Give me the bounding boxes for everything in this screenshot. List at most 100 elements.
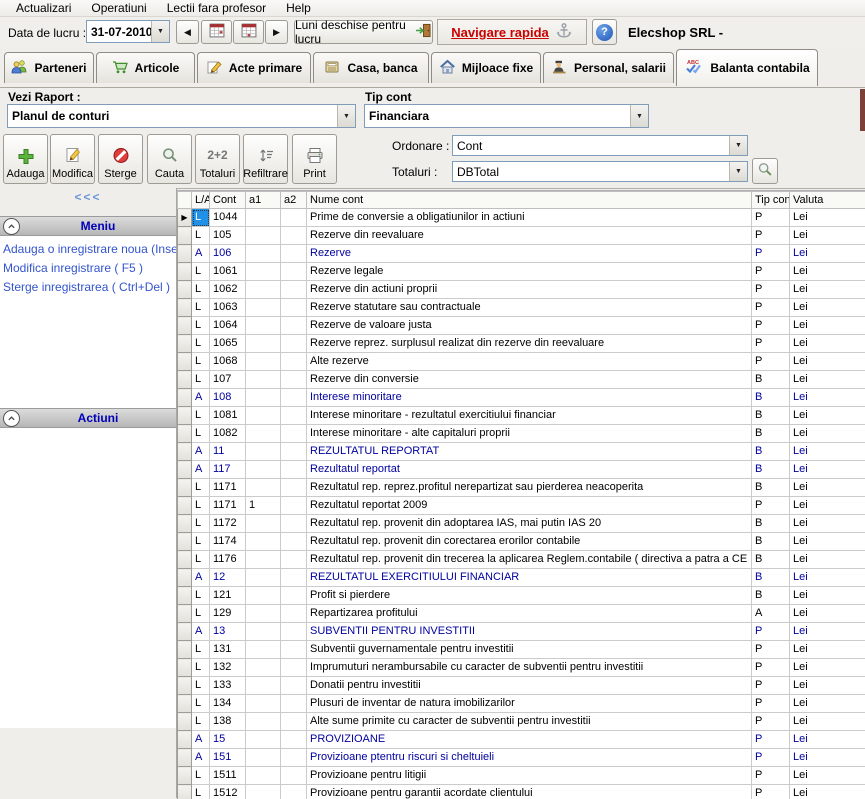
cell-a2[interactable] — [281, 605, 307, 623]
cell-tip[interactable]: B — [752, 551, 790, 569]
cell-a1[interactable] — [246, 569, 281, 587]
row-selector[interactable]: ▶ — [178, 209, 192, 227]
cell-valuta[interactable]: Lei — [790, 551, 865, 569]
row-selector[interactable] — [178, 731, 192, 749]
report-combo[interactable]: Planul de conturi ▼ — [7, 104, 356, 128]
cell-cont[interactable]: 1065 — [210, 335, 246, 353]
table-row[interactable]: L1081Interese minoritare - rezultatul ex… — [178, 407, 865, 425]
cell-cont[interactable]: 108 — [210, 389, 246, 407]
table-row[interactable]: L1062Rezerve din actiuni propriiPLei — [178, 281, 865, 299]
cell-a2[interactable] — [281, 299, 307, 317]
quick-navigation-button[interactable]: Navigare rapida — [437, 19, 587, 45]
row-selector[interactable] — [178, 659, 192, 677]
cell-nume[interactable]: Rezerve din reevaluare — [307, 227, 752, 245]
cell-la[interactable]: A — [192, 461, 210, 479]
cell-a2[interactable] — [281, 497, 307, 515]
cell-a2[interactable] — [281, 731, 307, 749]
add-button[interactable]: Adauga — [3, 134, 48, 184]
next-month-button[interactable]: ▶ — [265, 20, 288, 44]
table-row[interactable]: L133Donatii pentru investitiiPLei — [178, 677, 865, 695]
order-by-combo[interactable]: Cont ▼ — [452, 135, 748, 156]
cell-tip[interactable]: A — [752, 605, 790, 623]
cell-cont[interactable]: 15 — [210, 731, 246, 749]
column-header[interactable]: Cont — [210, 192, 246, 209]
cell-nume[interactable]: Interese minoritare - rezultatul exercit… — [307, 407, 752, 425]
cell-a1[interactable] — [246, 551, 281, 569]
cell-valuta[interactable]: Lei — [790, 371, 865, 389]
row-selector[interactable] — [178, 587, 192, 605]
cell-a1[interactable] — [246, 623, 281, 641]
cell-a2[interactable] — [281, 623, 307, 641]
cell-nume[interactable]: Rezerve reprez. surplusul realizat din r… — [307, 335, 752, 353]
tab-acte-primare[interactable]: Acte primare — [197, 52, 311, 83]
table-row[interactable]: L1176Rezultatul rep. provenit din trecer… — [178, 551, 865, 569]
cell-a1[interactable] — [246, 677, 281, 695]
cell-cont[interactable]: 138 — [210, 713, 246, 731]
cell-la[interactable]: L — [192, 371, 210, 389]
menu-item-help[interactable]: Help — [276, 0, 321, 16]
cell-valuta[interactable]: Lei — [790, 479, 865, 497]
tab-mijloace-fixe[interactable]: Mijloace fixe — [431, 52, 541, 83]
cell-valuta[interactable]: Lei — [790, 227, 865, 245]
table-row[interactable]: L134Plusuri de inventar de natura imobil… — [178, 695, 865, 713]
row-selector[interactable] — [178, 551, 192, 569]
cell-a1[interactable] — [246, 245, 281, 263]
cell-a1[interactable] — [246, 641, 281, 659]
row-selector[interactable] — [178, 389, 192, 407]
cell-a2[interactable] — [281, 749, 307, 767]
cell-nume[interactable]: Interese minoritare — [307, 389, 752, 407]
cell-tip[interactable]: P — [752, 281, 790, 299]
cell-nume[interactable]: Rezultatul rep. provenit din trecerea la… — [307, 551, 752, 569]
cell-valuta[interactable]: Lei — [790, 317, 865, 335]
cell-a2[interactable] — [281, 371, 307, 389]
cell-valuta[interactable]: Lei — [790, 209, 865, 227]
cell-valuta[interactable]: Lei — [790, 461, 865, 479]
cell-la[interactable]: L — [192, 641, 210, 659]
cell-a1[interactable] — [246, 767, 281, 785]
cell-la[interactable]: L — [192, 479, 210, 497]
cell-tip[interactable]: B — [752, 389, 790, 407]
cell-cont[interactable]: 121 — [210, 587, 246, 605]
cell-valuta[interactable]: Lei — [790, 281, 865, 299]
row-selector[interactable] — [178, 785, 192, 799]
cell-nume[interactable]: Rezerve din conversie — [307, 371, 752, 389]
cell-cont[interactable]: 12 — [210, 569, 246, 587]
account-type-dropdown-icon[interactable]: ▼ — [630, 105, 648, 127]
table-row[interactable]: L107Rezerve din conversieBLei — [178, 371, 865, 389]
cell-cont[interactable]: 107 — [210, 371, 246, 389]
cell-tip[interactable]: P — [752, 317, 790, 335]
tab-casa-banca[interactable]: Casa, banca — [313, 52, 429, 83]
cell-la[interactable]: L — [192, 335, 210, 353]
cell-la[interactable]: L — [192, 425, 210, 443]
cell-a1[interactable] — [246, 299, 281, 317]
row-selector[interactable] — [178, 245, 192, 263]
cell-la[interactable]: L — [192, 695, 210, 713]
cell-cont[interactable]: 105 — [210, 227, 246, 245]
cell-valuta[interactable]: Lei — [790, 713, 865, 731]
cell-nume[interactable]: Donatii pentru investitii — [307, 677, 752, 695]
cell-valuta[interactable]: Lei — [790, 605, 865, 623]
cell-tip[interactable]: P — [752, 353, 790, 371]
cell-la[interactable]: L — [192, 713, 210, 731]
cell-a1[interactable] — [246, 317, 281, 335]
cell-valuta[interactable]: Lei — [790, 425, 865, 443]
cell-cont[interactable]: 131 — [210, 641, 246, 659]
cell-a2[interactable] — [281, 479, 307, 497]
table-row[interactable]: A108Interese minoritareBLei — [178, 389, 865, 407]
cell-la[interactable]: A — [192, 623, 210, 641]
cell-tip[interactable]: P — [752, 641, 790, 659]
row-selector[interactable] — [178, 443, 192, 461]
cell-a1[interactable] — [246, 263, 281, 281]
cell-tip[interactable]: B — [752, 569, 790, 587]
cell-a2[interactable] — [281, 677, 307, 695]
cell-nume[interactable]: Provizioane pentru garantii acordate cli… — [307, 785, 752, 799]
cell-a2[interactable] — [281, 767, 307, 785]
cell-valuta[interactable]: Lei — [790, 767, 865, 785]
row-selector[interactable] — [178, 281, 192, 299]
cell-cont[interactable]: 1171 — [210, 479, 246, 497]
table-row[interactable]: A11REZULTATUL REPORTATBLei — [178, 443, 865, 461]
cell-a1[interactable] — [246, 461, 281, 479]
cell-valuta[interactable]: Lei — [790, 263, 865, 281]
cell-cont[interactable]: 134 — [210, 695, 246, 713]
cell-cont[interactable]: 1171 — [210, 497, 246, 515]
